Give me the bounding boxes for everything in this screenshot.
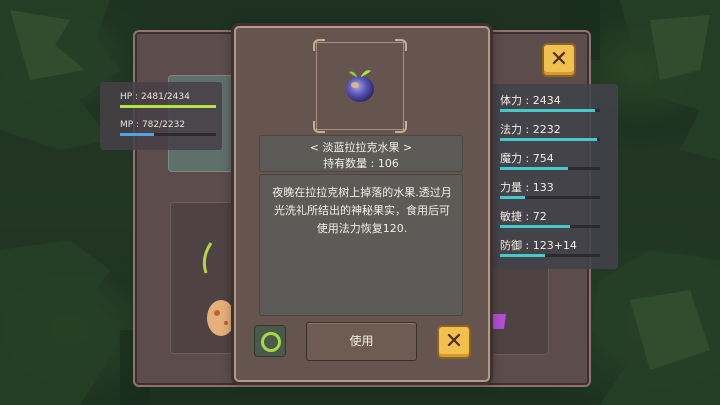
inventory-items: [202, 242, 235, 336]
mp-bar: [120, 133, 216, 136]
use-button-label: 使用: [349, 334, 374, 348]
use-button[interactable]: 使用: [306, 322, 417, 361]
stat-bar: [500, 167, 600, 170]
stat-bar: [500, 138, 600, 141]
close-icon: ✕: [549, 47, 569, 72]
stat-label: 法力 : 2232: [500, 123, 561, 136]
stat-label: 敏捷 : 72: [500, 210, 547, 223]
stat-bar-fill: [500, 167, 568, 170]
mp-bar-fill: [120, 133, 154, 136]
close-icon: ✕: [444, 329, 464, 354]
stat-bar-fill: [500, 138, 597, 141]
mp-label: MP : 782/2232: [120, 120, 186, 130]
stat-bar: [500, 225, 600, 228]
leaf-item-icon: [202, 242, 213, 274]
inventory-slot[interactable]: [487, 258, 549, 355]
egg-item-icon: [207, 300, 235, 336]
item-quantity: 持有数量 : 106: [323, 157, 399, 170]
blue-lalak-fruit-icon: [346, 70, 374, 102]
stat-bar-fill: [500, 196, 525, 199]
hp-bar-fill: [120, 105, 216, 108]
potion-item-icon: [490, 314, 506, 329]
inventory-slot[interactable]: [170, 202, 242, 354]
inventory-items: [490, 314, 506, 329]
close-inventory-button[interactable]: ✕: [542, 43, 576, 77]
stat-bar: [500, 109, 600, 112]
confirm-ring-button[interactable]: [254, 325, 286, 357]
stat-bar-fill: [500, 109, 595, 112]
hp-label: HP : 2481/2434: [120, 92, 190, 102]
item-icon-frame: [313, 39, 407, 133]
ring-icon: [261, 332, 281, 352]
item-description: 夜晚在拉拉克树上掉落的水果.透过月光洗礼所结出的神秘果实，食用后可使用法力恢复1…: [272, 186, 452, 235]
hp-mp-panel: HP : 2481/2434 MP : 782/2232: [100, 82, 222, 150]
stat-bar-fill: [500, 254, 545, 257]
stat-label: 防御 : 123+14: [500, 239, 577, 252]
hp-bar: [120, 105, 216, 108]
attribute-stats-panel: 体力 : 2434 法力 : 2232 魔力 : 754 力量 : 133 敏捷 : 7…: [488, 84, 618, 269]
item-name-box: < 淡蓝拉拉克水果 > 持有数量 : 106: [259, 135, 463, 172]
stat-bar-fill: [500, 225, 570, 228]
stat-bar: [500, 196, 600, 199]
item-description-box: 夜晚在拉拉克树上掉落的水果.透过月光洗礼所结出的神秘果实，食用后可使用法力恢复1…: [259, 174, 463, 316]
stat-label: 力量 : 133: [500, 181, 554, 194]
cancel-button[interactable]: ✕: [437, 325, 471, 359]
stat-bar: [500, 254, 600, 257]
stat-label: 体力 : 2434: [500, 94, 561, 107]
stat-label: 魔力 : 754: [500, 152, 554, 165]
item-name: < 淡蓝拉拉克水果 >: [309, 141, 413, 154]
